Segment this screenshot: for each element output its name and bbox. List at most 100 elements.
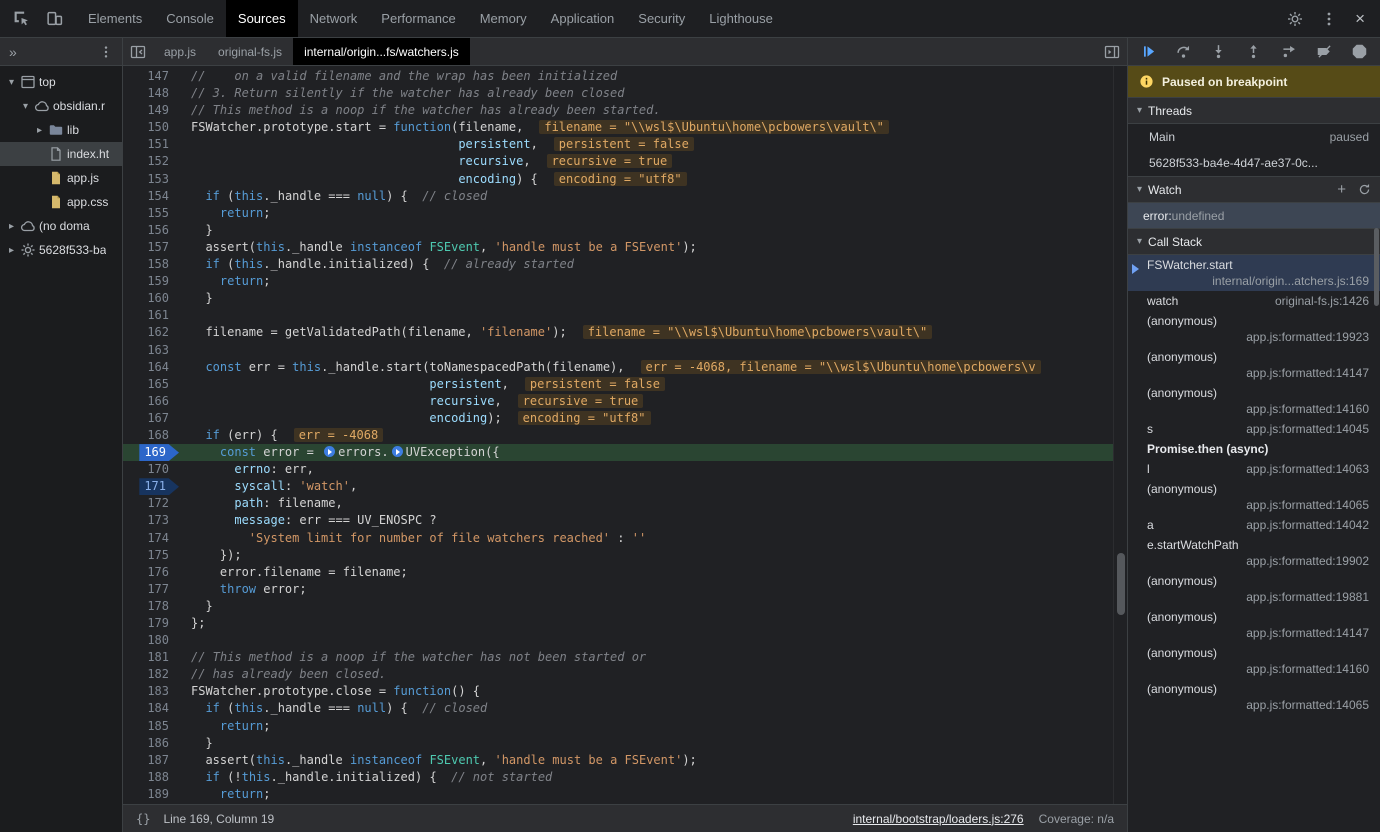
toggle-device-toolbar-icon[interactable] (46, 10, 63, 27)
line-gutter[interactable]: 188 (123, 769, 179, 786)
line-number[interactable]: 188 (142, 769, 179, 786)
file-tab-original-fs-js[interactable]: original-fs.js (207, 38, 293, 65)
line-gutter[interactable]: 180 (123, 632, 179, 649)
line-number[interactable]: 179 (142, 615, 179, 632)
pretty-print-icon[interactable]: {} (136, 812, 150, 826)
panel-tab-sources[interactable]: Sources (226, 0, 298, 37)
editor-scrollbar[interactable] (1113, 66, 1127, 804)
watch-section-header[interactable]: ▾ Watch + (1128, 176, 1380, 203)
line-gutter[interactable]: 171 (123, 478, 179, 495)
line-number[interactable]: 175 (142, 547, 179, 564)
line-gutter[interactable]: 149 (123, 102, 179, 119)
line-gutter[interactable]: 147 (123, 68, 179, 85)
step-out-icon[interactable] (1246, 44, 1261, 59)
line-number[interactable]: 183 (142, 683, 179, 700)
panel-tab-application[interactable]: Application (539, 0, 627, 37)
panel-tab-memory[interactable]: Memory (468, 0, 539, 37)
panel-tab-security[interactable]: Security (626, 0, 697, 37)
line-number[interactable]: 189 (142, 786, 179, 803)
call-stack-frame[interactable]: e.startWatchPathapp.js:formatted:19902 (1128, 535, 1380, 571)
editor-scrollbar-thumb[interactable] (1117, 553, 1125, 615)
line-number[interactable]: 153 (142, 171, 179, 188)
call-stack-frame[interactable]: lapp.js:formatted:14063 (1128, 459, 1380, 479)
navigator-item-5628f533-ba[interactable]: ▸5628f533-ba (0, 238, 122, 262)
line-number[interactable]: 187 (142, 752, 179, 769)
line-number[interactable]: 148 (142, 85, 179, 102)
line-gutter[interactable]: 176 (123, 564, 179, 581)
line-number[interactable]: 178 (142, 598, 179, 615)
pause-on-exceptions-icon[interactable] (1352, 44, 1367, 59)
navigator-item-top[interactable]: ▾top (0, 70, 122, 94)
line-gutter[interactable]: 164 (123, 359, 179, 376)
line-number[interactable]: 154 (142, 188, 179, 205)
line-gutter[interactable]: 182 (123, 666, 179, 683)
line-number[interactable]: 164 (142, 359, 179, 376)
line-number[interactable]: 168 (142, 427, 179, 444)
navigator-item-no-doma[interactable]: ▸(no doma (0, 214, 122, 238)
line-number[interactable]: 172 (142, 495, 179, 512)
line-gutter[interactable]: 189 (123, 786, 179, 803)
line-number[interactable]: 160 (142, 290, 179, 307)
threads-section-header[interactable]: ▾ Threads (1128, 97, 1380, 124)
bootstrap-link[interactable]: internal/bootstrap/loaders.js:276 (853, 812, 1024, 826)
line-gutter[interactable]: 175 (123, 547, 179, 564)
line-gutter[interactable]: 152 (123, 153, 179, 170)
line-number[interactable]: 159 (142, 273, 179, 290)
execution-line-marker[interactable]: 169 (139, 444, 179, 461)
line-gutter[interactable]: 160 (123, 290, 179, 307)
more-tabs-icon[interactable]: » (9, 44, 17, 60)
line-gutter[interactable]: 168 (123, 427, 179, 444)
step-into-marker-icon[interactable] (392, 446, 403, 457)
line-number[interactable]: 186 (142, 735, 179, 752)
line-number[interactable]: 152 (142, 153, 179, 170)
line-number[interactable]: 184 (142, 700, 179, 717)
line-gutter[interactable]: 161 (123, 307, 179, 324)
refresh-watch-icon[interactable] (1358, 183, 1371, 196)
line-gutter[interactable]: 169 (123, 444, 179, 461)
line-gutter[interactable]: 183 (123, 683, 179, 700)
debugger-scrollbar-thumb[interactable] (1374, 228, 1379, 306)
line-number[interactable]: 155 (142, 205, 179, 222)
line-number[interactable]: 174 (142, 530, 179, 547)
line-gutter[interactable]: 148 (123, 85, 179, 102)
line-gutter[interactable]: 166 (123, 393, 179, 410)
source-editor[interactable]: 147// on a valid filename and the wrap h… (123, 66, 1113, 804)
navigator-item-app-css[interactable]: app.css (0, 190, 122, 214)
step-icon[interactable] (1282, 44, 1297, 59)
line-gutter[interactable]: 179 (123, 615, 179, 632)
panel-tab-lighthouse[interactable]: Lighthouse (697, 0, 785, 37)
call-stack-frame[interactable]: (anonymous)app.js:formatted:14160 (1128, 383, 1380, 419)
navigator-item-index-ht[interactable]: index.ht (0, 142, 122, 166)
deactivate-breakpoints-icon[interactable] (1317, 44, 1332, 59)
line-number[interactable]: 147 (142, 68, 179, 85)
line-number[interactable]: 150 (142, 119, 179, 136)
line-gutter[interactable]: 150 (123, 119, 179, 136)
add-watch-icon[interactable]: + (1337, 182, 1346, 197)
line-gutter[interactable]: 165 (123, 376, 179, 393)
line-number[interactable]: 163 (142, 342, 179, 359)
line-number[interactable]: 176 (142, 564, 179, 581)
resume-icon[interactable] (1141, 44, 1156, 59)
step-over-icon[interactable] (1176, 44, 1191, 59)
line-gutter[interactable]: 162 (123, 324, 179, 341)
line-gutter[interactable]: 187 (123, 752, 179, 769)
toggle-navigator-icon[interactable] (123, 38, 153, 65)
line-gutter[interactable]: 154 (123, 188, 179, 205)
call-stack-frame[interactable]: aapp.js:formatted:14042 (1128, 515, 1380, 535)
line-gutter[interactable]: 172 (123, 495, 179, 512)
thread-item[interactable]: Mainpaused (1128, 124, 1380, 150)
line-gutter[interactable]: 173 (123, 512, 179, 529)
line-gutter[interactable]: 174 (123, 530, 179, 547)
file-tab-app-js[interactable]: app.js (153, 38, 207, 65)
line-number[interactable]: 157 (142, 239, 179, 256)
line-gutter[interactable]: 170 (123, 461, 179, 478)
panel-tab-performance[interactable]: Performance (369, 0, 467, 37)
line-number[interactable]: 165 (142, 376, 179, 393)
line-gutter[interactable]: 155 (123, 205, 179, 222)
watch-expression[interactable]: error: undefined (1128, 203, 1380, 228)
step-into-marker-icon[interactable] (324, 446, 335, 457)
line-gutter[interactable]: 184 (123, 700, 179, 717)
call-stack-frame[interactable]: sapp.js:formatted:14045 (1128, 419, 1380, 439)
line-gutter[interactable]: 185 (123, 718, 179, 735)
call-stack-frame[interactable]: (anonymous)app.js:formatted:19923 (1128, 311, 1380, 347)
